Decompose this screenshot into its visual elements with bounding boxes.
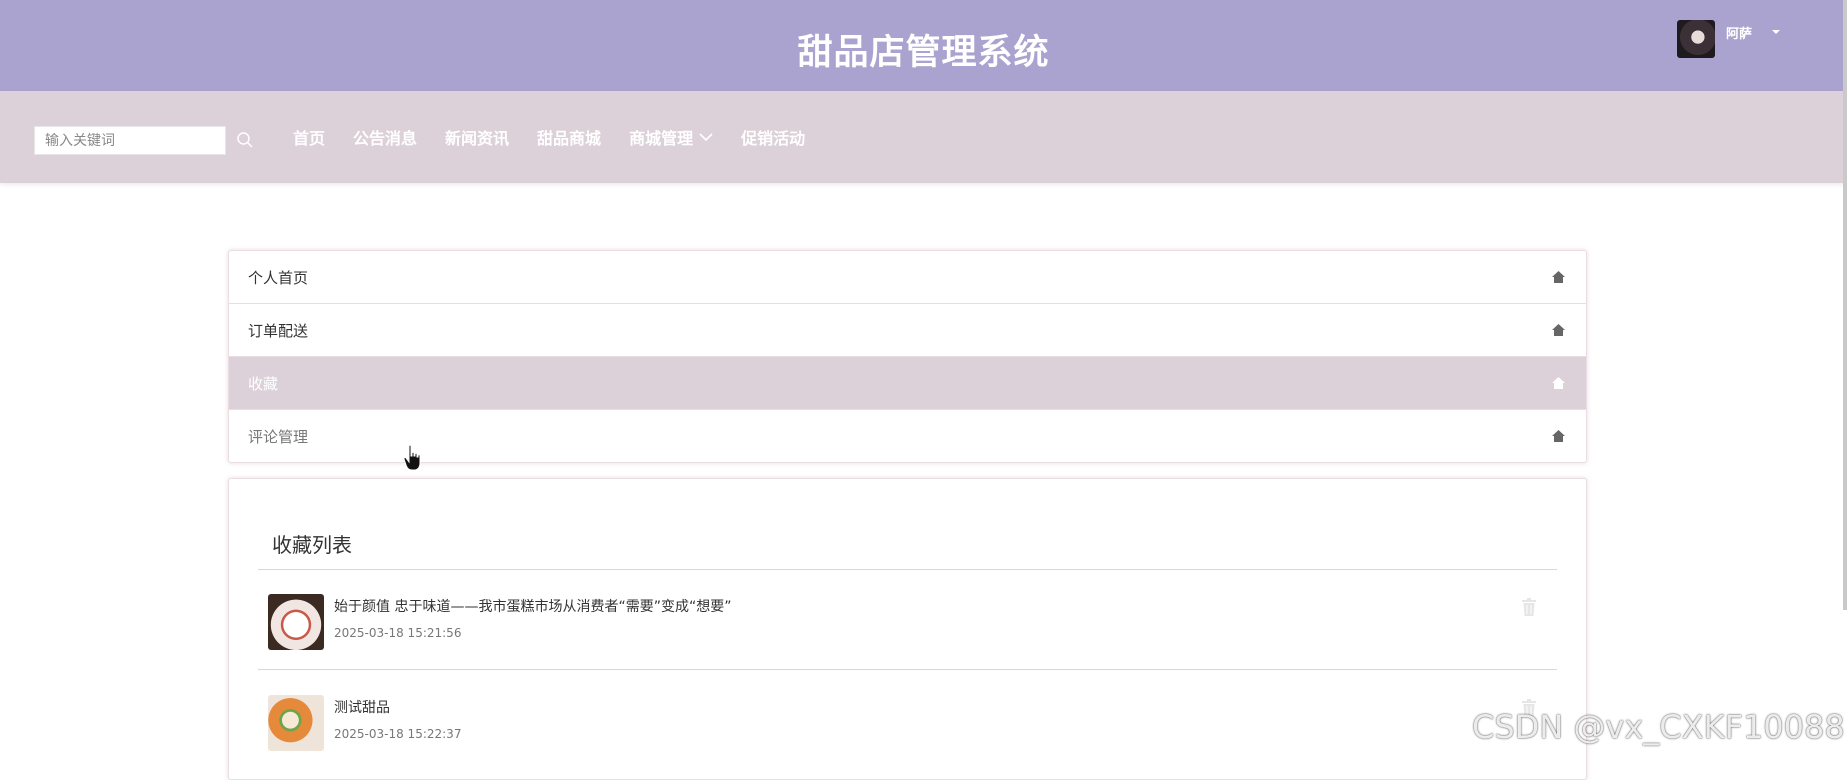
user-avatar[interactable] xyxy=(1677,20,1715,58)
favorite-date: 2025-03-18 15:21:56 xyxy=(334,626,462,640)
user-menu[interactable]: 阿萨 xyxy=(1677,20,1781,60)
favorite-date: 2025-03-18 15:22:37 xyxy=(334,727,462,741)
nav-item-promotions[interactable]: 促销活动 xyxy=(741,125,805,149)
favorites-panel: 收藏列表 始于颜值 忠于味道——我市蛋糕市场从消费者“需要”变成“想要” 202… xyxy=(228,478,1587,780)
nav-item-dessert-shop[interactable]: 甜品商城 xyxy=(537,125,601,149)
main-navbar: 首页 公告消息 新闻资讯 甜品商城 商城管理 促销活动 xyxy=(0,91,1847,183)
home-icon xyxy=(1552,377,1565,389)
favorites-title: 收藏列表 xyxy=(272,533,352,557)
hand-pointer-icon xyxy=(403,444,421,471)
nav-item-label: 商城管理 xyxy=(629,129,694,148)
menu-item-order-delivery[interactable]: 订单配送 xyxy=(229,304,1586,357)
favorite-thumbnail[interactable] xyxy=(268,695,324,751)
menu-item-favorites[interactable]: 收藏 xyxy=(229,357,1586,410)
favorite-item[interactable]: 测试甜品 2025-03-18 15:22:37 xyxy=(258,671,1557,771)
nav-item-shop-management[interactable]: 商城管理 xyxy=(629,125,713,149)
home-icon xyxy=(1552,430,1565,442)
page-scrollbar[interactable] xyxy=(1843,0,1847,610)
watermark: CSDN @vx_CXKF10088 xyxy=(1472,708,1845,746)
top-header: 甜品店管理系统 阿萨 xyxy=(0,0,1847,91)
nav-item-home[interactable]: 首页 xyxy=(293,125,325,149)
menu-item-label: 评论管理 xyxy=(248,427,309,446)
menu-item-label: 收藏 xyxy=(248,374,279,393)
personal-menu: 个人首页 订单配送 收藏 评论管理 xyxy=(228,250,1587,463)
user-name[interactable]: 阿萨 xyxy=(1726,23,1752,42)
trash-icon[interactable] xyxy=(1521,598,1537,617)
favorite-title[interactable]: 始于颜值 忠于味道——我市蛋糕市场从消费者“需要”变成“想要” xyxy=(334,596,731,616)
nav-item-announcements[interactable]: 公告消息 xyxy=(353,125,417,149)
nav-item-news[interactable]: 新闻资讯 xyxy=(445,125,509,149)
menu-item-profile-home[interactable]: 个人首页 xyxy=(229,251,1586,304)
favorite-thumbnail[interactable] xyxy=(268,594,324,650)
search-icon[interactable] xyxy=(236,131,254,149)
menu-item-label: 订单配送 xyxy=(248,321,309,340)
nav-menu: 首页 公告消息 新闻资讯 甜品商城 商城管理 促销活动 xyxy=(293,91,833,183)
menu-item-comment-management[interactable]: 评论管理 xyxy=(229,410,1586,462)
divider xyxy=(258,669,1557,670)
favorite-title[interactable]: 测试甜品 xyxy=(334,697,390,717)
home-icon xyxy=(1552,324,1565,336)
search-input[interactable] xyxy=(34,126,226,155)
site-title: 甜品店管理系统 xyxy=(797,33,1050,73)
menu-item-label: 个人首页 xyxy=(248,268,309,287)
favorite-item[interactable]: 始于颜值 忠于味道——我市蛋糕市场从消费者“需要”变成“想要” 2025-03-… xyxy=(258,570,1557,670)
caret-down-icon[interactable] xyxy=(1772,30,1781,34)
home-icon xyxy=(1552,271,1565,283)
chevron-down-icon xyxy=(699,132,713,141)
